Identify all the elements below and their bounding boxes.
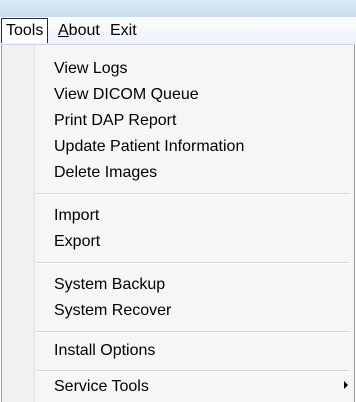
menu-item-print-dap-report[interactable]: Print DAP Report bbox=[54, 109, 176, 133]
menu-item-import[interactable]: Import bbox=[54, 204, 99, 228]
menu-item-service-tools[interactable]: Service Tools bbox=[54, 375, 149, 399]
menu-item-system-backup[interactable]: System Backup bbox=[54, 273, 165, 297]
menu-item-install-options[interactable]: Install Options bbox=[54, 339, 155, 363]
menu-about-label: bout bbox=[68, 22, 100, 39]
menu-exit[interactable]: Exit bbox=[110, 17, 137, 44]
menu-tools[interactable]: Tools bbox=[1, 18, 49, 43]
menu-item-export[interactable]: Export bbox=[54, 230, 100, 254]
menu-separator bbox=[36, 193, 350, 195]
tools-dropdown-menu: View Logs View DICOM Queue Print DAP Rep… bbox=[1, 45, 355, 402]
chevron-right-icon bbox=[344, 381, 348, 389]
menu-item-update-patient-information[interactable]: Update Patient Information bbox=[54, 135, 244, 159]
menu-about-mnemonic: A bbox=[58, 22, 69, 39]
menu-separator bbox=[36, 370, 350, 372]
menu-item-view-logs[interactable]: View Logs bbox=[54, 57, 128, 81]
menu-bar: Tools About Exit bbox=[0, 17, 356, 45]
menu-item-view-dicom-queue[interactable]: View DICOM Queue bbox=[54, 83, 199, 107]
menu-item-delete-images[interactable]: Delete Images bbox=[54, 161, 157, 185]
menu-separator bbox=[36, 331, 350, 333]
menu-about[interactable]: About bbox=[58, 17, 100, 44]
menu-item-system-recover[interactable]: System Recover bbox=[54, 299, 171, 323]
menu-separator bbox=[36, 262, 350, 264]
menu-icon-column bbox=[2, 45, 35, 402]
window-title-strip bbox=[0, 0, 356, 17]
